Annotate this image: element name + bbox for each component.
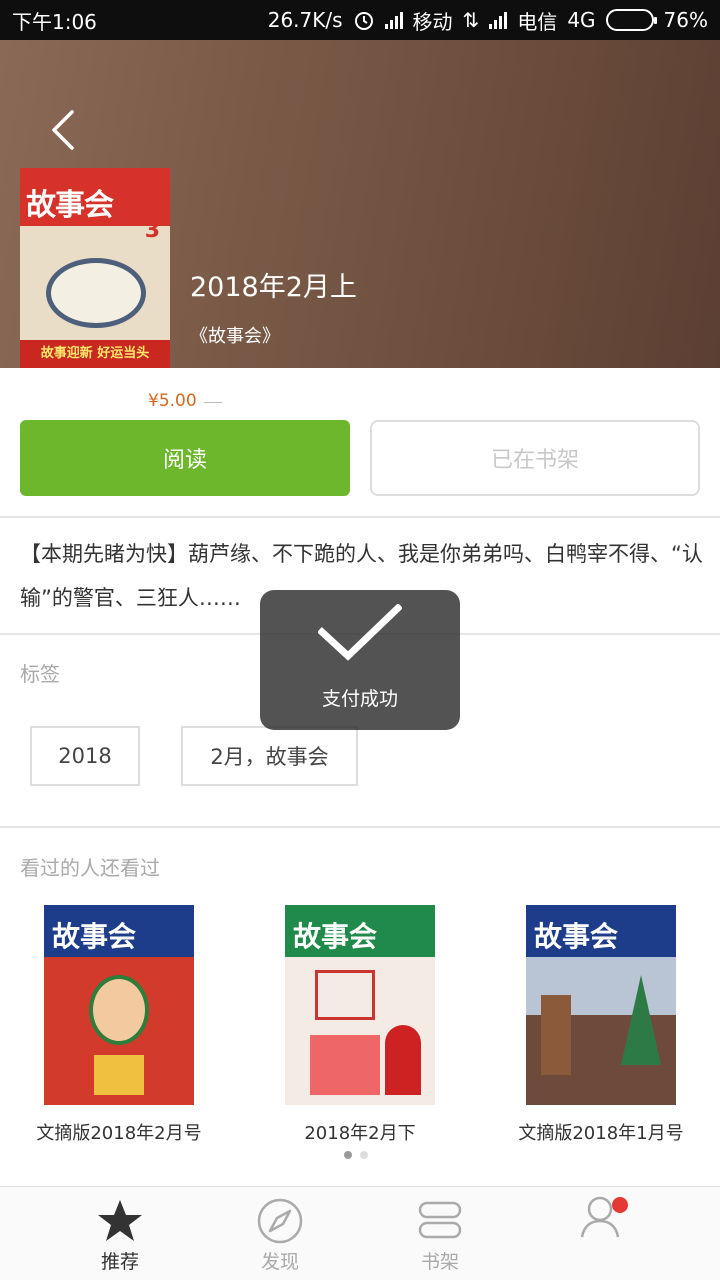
recommend-heading: 看过的人还看过 [20,856,160,880]
bottom-nav: 推荐 发现 书架 [0,1186,720,1280]
book-price: ¥5.00 [148,391,197,411]
checkmark-icon [318,604,402,661]
recommend-title: 2018年2月下 [304,1123,416,1144]
cover-logo: 故事会 [52,920,137,953]
recommend-title: 文摘版2018年2月号 [36,1123,202,1144]
nav-label: 书架 [420,1251,459,1273]
recommend-cover: 故事会 [526,905,676,1105]
data-transfer-icon: ⇅ [462,8,480,32]
back-arrow-icon[interactable] [42,108,86,152]
recommend-cover: 故事会 [44,905,194,1105]
network-speed: 26.7K/s [267,8,343,32]
recommend-cover: 故事会 [285,905,435,1105]
signal-icon-2 [489,11,508,29]
divider [0,516,720,518]
tags-heading: 标签 [20,662,60,686]
nav-label: 推荐 [100,1251,139,1273]
battery-icon [605,9,657,31]
book-title: 2018年2月上 [190,272,357,303]
price-separator [204,402,222,403]
nav-profile[interactable] [520,1187,680,1281]
compass-icon [257,1198,303,1244]
cover-logo: 故事会 [534,920,619,953]
tag-item[interactable]: 2018 [30,726,140,786]
bookshelf-icon [418,1201,462,1239]
toast-message: 支付成功 [321,688,398,710]
cover-logo: 故事会 [26,188,114,223]
nav-bookshelf[interactable]: 书架 [360,1187,520,1281]
cover-issue: 3 [144,218,160,243]
book-cover: 故事会 3 故事迎新 好运当头 [20,168,170,368]
cover-footer: 故事迎新 好运当头 [20,340,170,368]
nav-recommend[interactable]: 推荐 [40,1187,200,1281]
read-button[interactable]: 阅读 [20,420,350,496]
nav-discover[interactable]: 发现 [200,1187,360,1281]
cover-illustration [46,258,146,328]
status-time: 下午1:06 [12,9,97,34]
book-series[interactable]: 《故事会》 [190,322,280,348]
recommend-item[interactable]: 故事会 2018年2月下 [285,905,435,1144]
signal-icon [384,11,403,29]
alarm-icon [354,12,373,30]
read-count: 6718人阅读 [190,368,290,389]
carousel-indicator [344,1151,368,1159]
payment-success-toast: 支付成功 [260,590,460,730]
tag-item[interactable]: 2月，故事会 [181,726,358,786]
status-bar: 下午1:06 26.7K/s 移动 ⇅ 电信 4G 76% [0,0,720,40]
on-shelf-button[interactable]: 已在书架 [370,420,700,496]
notification-badge [612,1197,628,1213]
carrier-2: 电信 [517,9,558,34]
book-header: 故事会 3 故事迎新 好运当头 2018年2月上 《故事会》 6718人阅读 [0,40,720,389]
star-icon [98,1200,142,1241]
divider [0,826,720,828]
recommend-item[interactable]: 故事会 文摘版2018年2月号 [36,905,202,1144]
network-type: 4G [567,8,596,32]
recommend-title: 文摘版2018年1月号 [518,1123,684,1144]
cover-logo: 故事会 [293,920,378,953]
battery-percent: 76% [663,8,708,32]
nav-label: 发现 [260,1251,299,1273]
carrier-1: 移动 [412,9,453,34]
recommend-item[interactable]: 故事会 文摘版2018年1月号 [518,905,684,1144]
